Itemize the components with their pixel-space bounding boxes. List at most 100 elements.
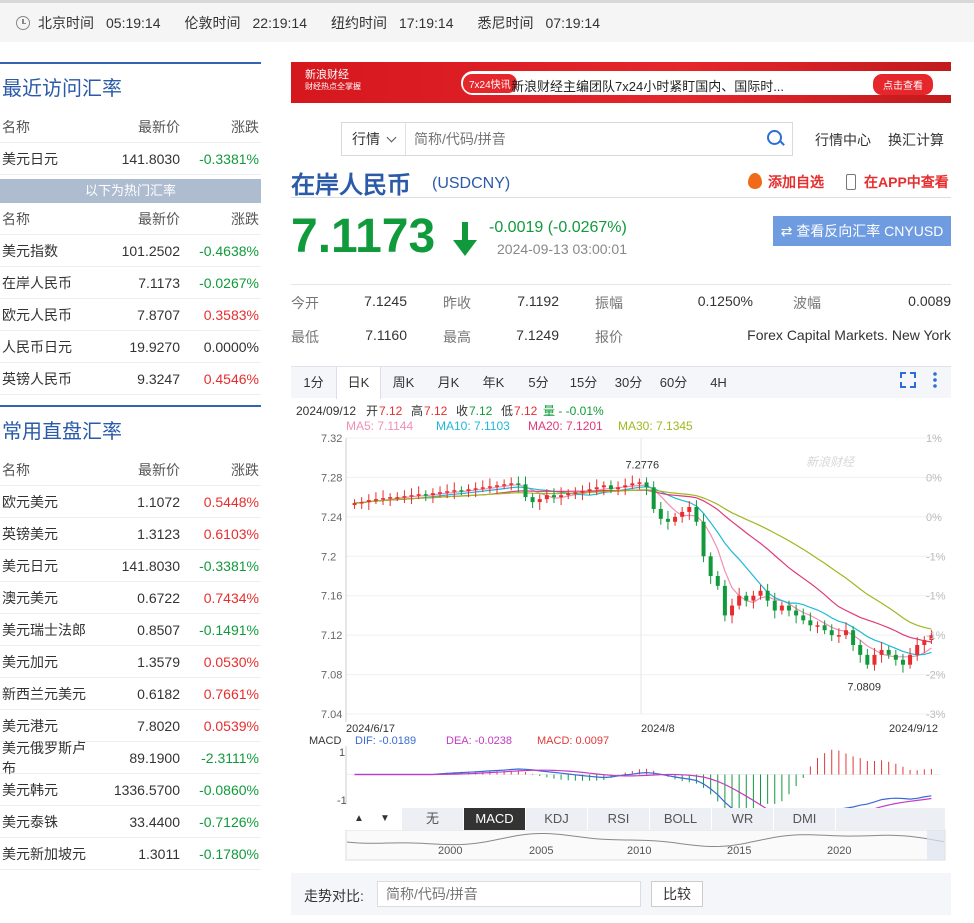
- market-center-link[interactable]: 行情中心: [815, 130, 871, 150]
- rate-name[interactable]: 美元韩元: [0, 780, 96, 800]
- rate-row[interactable]: 美元俄罗斯卢布 89.1900 -2.3111%: [0, 740, 261, 776]
- kline-chart[interactable]: 2024/09/12 开 7.12 高 7.12 收 7.12 低 7.12 量 - -0.01%…: [291, 398, 951, 868]
- indicator-tab[interactable]: MACD: [464, 808, 526, 830]
- indicator-tab[interactable]: 无: [402, 808, 464, 830]
- rate-row[interactable]: 欧元人民币 7.8707 0.3583%: [0, 299, 261, 331]
- current-price: 7.1173: [291, 210, 436, 263]
- search-input[interactable]: [406, 123, 758, 155]
- rate-name[interactable]: 美元港元: [0, 716, 96, 736]
- rate-row[interactable]: 美元日元 141.8030 -0.3381%: [0, 143, 261, 175]
- price-change: -0.0019 (-0.0267%): [489, 219, 627, 236]
- rate-name[interactable]: 新西兰元美元: [0, 684, 96, 704]
- reverse-rate-button[interactable]: ⇄ 查看反向汇率 CNYUSD: [773, 216, 951, 246]
- phone-icon: [846, 174, 856, 190]
- candle-body: [900, 659, 905, 665]
- symbol-code: (USDCNY): [432, 175, 511, 192]
- header-name: 名称: [2, 210, 30, 227]
- chart-tab[interactable]: 5分: [516, 367, 561, 399]
- indicator-tab[interactable]: RSI: [588, 808, 650, 830]
- rate-name[interactable]: 人民币日元: [0, 337, 96, 357]
- chart-tab[interactable]: 年K: [471, 367, 516, 399]
- rate-row[interactable]: 英镑美元 1.3123 0.6103%: [0, 518, 261, 550]
- candle-body: [694, 507, 699, 522]
- rate-row[interactable]: 欧元美元 1.1072 0.5448%: [0, 486, 261, 518]
- ma-line-ma10: [354, 486, 932, 656]
- rate-row[interactable]: 在岸人民币 7.1173 -0.0267%: [0, 267, 261, 299]
- candle-body: [801, 615, 806, 621]
- indicator-tab[interactable]: BOLL: [650, 808, 712, 830]
- indicator-tab[interactable]: WR: [712, 808, 774, 830]
- rate-name[interactable]: 欧元美元: [0, 492, 96, 512]
- chart-tab[interactable]: 4H: [696, 367, 741, 399]
- stat-value: Forex Capital Markets. New York: [747, 327, 951, 343]
- beijing-time: 北京时间 05:19:14: [38, 14, 161, 31]
- rate-row[interactable]: 英镑人民币 9.3247 0.4546%: [0, 363, 261, 395]
- candle-body: [388, 497, 393, 499]
- chart-tab[interactable]: 15分: [561, 367, 606, 399]
- y-tick-label: 7.32: [321, 433, 342, 445]
- rate-change: 0.0530%: [203, 653, 259, 670]
- candle-body: [915, 645, 920, 655]
- chart-tab[interactable]: 月K: [426, 367, 471, 399]
- candle-body: [886, 649, 891, 655]
- rate-change: -0.3381%: [199, 557, 259, 574]
- rate-name[interactable]: 美元泰铢: [0, 812, 96, 832]
- rate-price: 141.8030: [121, 150, 180, 167]
- rate-row[interactable]: 美元泰铢 33.4400 -0.7126%: [0, 806, 261, 838]
- rate-name[interactable]: 美元指数: [0, 241, 96, 261]
- chart-tab[interactable]: 30分: [606, 367, 651, 399]
- rate-name[interactable]: 澳元美元: [0, 588, 96, 608]
- scroll-up-icon[interactable]: ▲: [346, 808, 372, 830]
- market-select[interactable]: 行情: [342, 123, 406, 155]
- ma-legend-ma20: MA20: 7.1201: [528, 419, 603, 433]
- chart-tab[interactable]: 1分: [291, 367, 336, 399]
- rate-name[interactable]: 在岸人民币: [0, 273, 96, 293]
- view-in-app-button[interactable]: 在APP中查看: [846, 172, 949, 192]
- chart-tab[interactable]: 日K: [336, 367, 381, 399]
- rate-name[interactable]: 美元瑞士法郎: [0, 620, 96, 640]
- candle-body: [551, 495, 556, 498]
- candle-body: [722, 585, 727, 616]
- rate-name[interactable]: 英镑美元: [0, 524, 96, 544]
- macd-y-tick: -1: [337, 795, 347, 807]
- indicator-tab[interactable]: KDJ: [526, 808, 588, 830]
- banner-cta-button[interactable]: 点击查看: [873, 74, 933, 95]
- exchange-calc-link[interactable]: 换汇计算: [888, 130, 944, 150]
- navigator-year: 2015: [727, 845, 751, 857]
- indicator-tab[interactable]: DMI: [774, 808, 836, 830]
- scroll-down-icon[interactable]: ▼: [372, 808, 398, 830]
- rate-row[interactable]: 美元瑞士法郎 0.8507 -0.1491%: [0, 614, 261, 646]
- fullscreen-icon[interactable]: [900, 372, 916, 388]
- info-label: 收: [456, 404, 468, 418]
- pct-tick-label: -1%: [926, 551, 946, 563]
- news-banner[interactable]: 新浪财经 财经热点全掌握 7x24快讯 新浪财经主编团队7x24小时紧盯国内、国际…: [291, 62, 951, 103]
- pct-tick-label: 0%: [926, 512, 942, 524]
- rate-row[interactable]: 美元日元 141.8030 -0.3381%: [0, 550, 261, 582]
- candle-body: [366, 500, 371, 503]
- chart-tab[interactable]: 周K: [381, 367, 426, 399]
- rate-price: 33.4400: [129, 813, 180, 830]
- compare-button[interactable]: 比较: [651, 881, 703, 907]
- compare-input[interactable]: [377, 881, 641, 907]
- rate-name[interactable]: 英镑人民币: [0, 369, 96, 389]
- rate-name[interactable]: 美元日元: [0, 149, 96, 169]
- more-menu-icon[interactable]: [933, 372, 937, 388]
- rate-row[interactable]: 澳元美元 0.6722 0.7434%: [0, 582, 261, 614]
- rate-row[interactable]: 美元指数 101.2502 -0.4638%: [0, 235, 261, 267]
- rate-name[interactable]: 美元日元: [0, 556, 96, 576]
- chart-tab[interactable]: 60分: [651, 367, 696, 399]
- page-title: 在岸人民币: [291, 172, 411, 199]
- rate-name[interactable]: 美元新加坡元: [0, 844, 96, 864]
- search-icon[interactable]: [758, 122, 792, 156]
- rate-row[interactable]: 人民币日元 19.9270 0.0000%: [0, 331, 261, 363]
- rate-row[interactable]: 美元韩元 1336.5700 -0.0860%: [0, 774, 261, 806]
- rate-row[interactable]: 新西兰元美元 0.6182 0.7661%: [0, 678, 261, 710]
- y-tick-label: 7.04: [321, 709, 342, 721]
- rate-row[interactable]: 美元新加坡元 1.3011 -0.1780%: [0, 838, 261, 870]
- add-watchlist-button[interactable]: 添加自选: [748, 172, 824, 192]
- rate-name[interactable]: 美元加元: [0, 652, 96, 672]
- rate-name[interactable]: 欧元人民币: [0, 305, 96, 325]
- rate-price: 7.8707: [137, 306, 180, 323]
- rate-row[interactable]: 美元加元 1.3579 0.0530%: [0, 646, 261, 678]
- rate-name[interactable]: 美元俄罗斯卢布: [0, 738, 96, 778]
